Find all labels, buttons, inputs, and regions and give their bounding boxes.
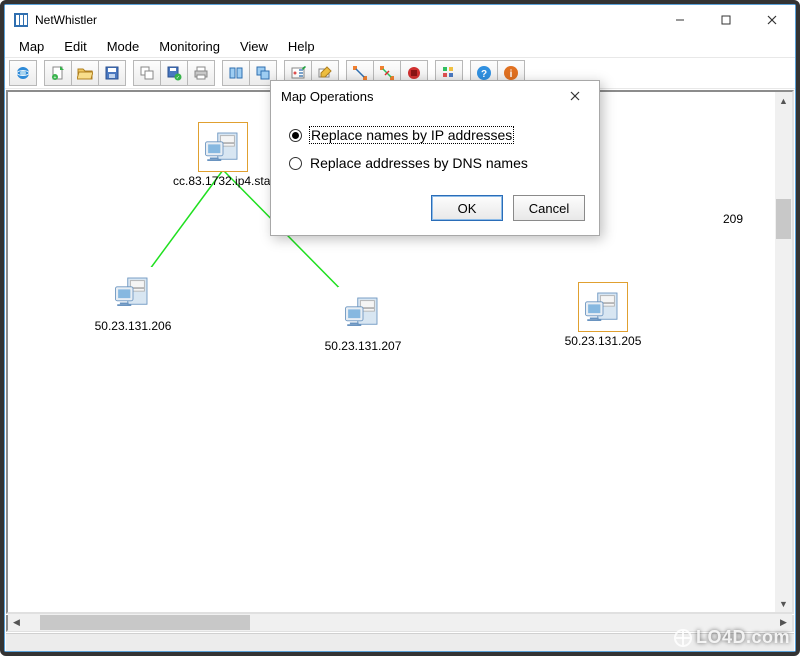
window-title: NetWhistler bbox=[35, 13, 657, 27]
watermark-text: LO4D.com bbox=[696, 627, 790, 648]
scroll-track[interactable] bbox=[25, 614, 775, 631]
radio-replace-addresses-by-dns[interactable]: Replace addresses by DNS names bbox=[287, 149, 583, 177]
scroll-down-icon[interactable]: ▼ bbox=[775, 595, 792, 612]
globe-icon bbox=[674, 629, 692, 647]
menu-edit[interactable]: Edit bbox=[54, 37, 96, 56]
svg-text:+: + bbox=[54, 75, 57, 81]
network-node-partial[interactable]: 209 bbox=[703, 212, 763, 226]
menu-view[interactable]: View bbox=[230, 37, 278, 56]
menu-mode[interactable]: Mode bbox=[97, 37, 150, 56]
tb-open-map[interactable] bbox=[71, 60, 99, 86]
radio-icon bbox=[289, 157, 302, 170]
tb-new-map[interactable]: + bbox=[44, 60, 72, 86]
app-icon bbox=[13, 12, 29, 28]
network-node[interactable]: 50.23.131.205 bbox=[553, 282, 653, 348]
scroll-thumb[interactable] bbox=[40, 615, 250, 630]
node-label: 50.23.131.206 bbox=[83, 319, 183, 333]
tb-copy[interactable] bbox=[133, 60, 161, 86]
menu-map[interactable]: Map bbox=[9, 37, 54, 56]
computer-icon bbox=[578, 282, 628, 332]
ok-button[interactable]: OK bbox=[431, 195, 503, 221]
svg-text:?: ? bbox=[481, 69, 487, 80]
radio-icon bbox=[289, 129, 302, 142]
svg-text:✓: ✓ bbox=[176, 75, 180, 81]
radio-label: Replace names by IP addresses bbox=[310, 127, 513, 143]
tb-save-map[interactable] bbox=[98, 60, 126, 86]
network-node[interactable]: 50.23.131.207 bbox=[313, 287, 413, 353]
node-label: 209 bbox=[703, 212, 763, 226]
radio-replace-names-by-ip[interactable]: Replace names by IP addresses bbox=[287, 121, 583, 149]
node-label: 50.23.131.205 bbox=[553, 334, 653, 348]
vertical-scrollbar[interactable]: ▲ ▼ bbox=[775, 92, 792, 612]
menu-monitoring[interactable]: Monitoring bbox=[149, 37, 230, 56]
cancel-button[interactable]: Cancel bbox=[513, 195, 585, 221]
radio-label: Replace addresses by DNS names bbox=[310, 155, 528, 171]
titlebar: NetWhistler bbox=[5, 5, 795, 35]
computer-icon bbox=[338, 287, 388, 337]
maximize-button[interactable] bbox=[703, 5, 749, 35]
tb-tile-windows[interactable] bbox=[222, 60, 250, 86]
map-operations-dialog: Map Operations Replace names by IP addre… bbox=[270, 80, 600, 236]
minimize-button[interactable] bbox=[657, 5, 703, 35]
window-controls bbox=[657, 5, 795, 35]
network-node[interactable]: 50.23.131.206 bbox=[83, 267, 183, 333]
menubar: Map Edit Mode Monitoring View Help bbox=[5, 35, 795, 57]
tb-save-selection[interactable]: ✓ bbox=[160, 60, 188, 86]
close-button[interactable] bbox=[749, 5, 795, 35]
dialog-titlebar[interactable]: Map Operations bbox=[271, 81, 599, 111]
watermark: LO4D.com bbox=[674, 627, 790, 648]
network-node[interactable]: cc.83.1732.ip4.static.sl-r bbox=[173, 122, 273, 188]
tb-print[interactable] bbox=[187, 60, 215, 86]
scroll-track[interactable] bbox=[775, 109, 792, 595]
scroll-left-icon[interactable]: ◀ bbox=[8, 614, 25, 631]
scroll-up-icon[interactable]: ▲ bbox=[775, 92, 792, 109]
menu-help[interactable]: Help bbox=[278, 37, 325, 56]
dialog-title: Map Operations bbox=[281, 89, 555, 104]
tb-scan-network[interactable] bbox=[9, 60, 37, 86]
dialog-close-button[interactable] bbox=[555, 83, 595, 109]
computer-icon bbox=[108, 267, 158, 317]
scroll-thumb[interactable] bbox=[776, 199, 791, 239]
node-label: 50.23.131.207 bbox=[313, 339, 413, 353]
node-label: cc.83.1732.ip4.static.sl-r bbox=[173, 174, 273, 188]
computer-icon bbox=[198, 122, 248, 172]
svg-text:i: i bbox=[510, 69, 513, 80]
